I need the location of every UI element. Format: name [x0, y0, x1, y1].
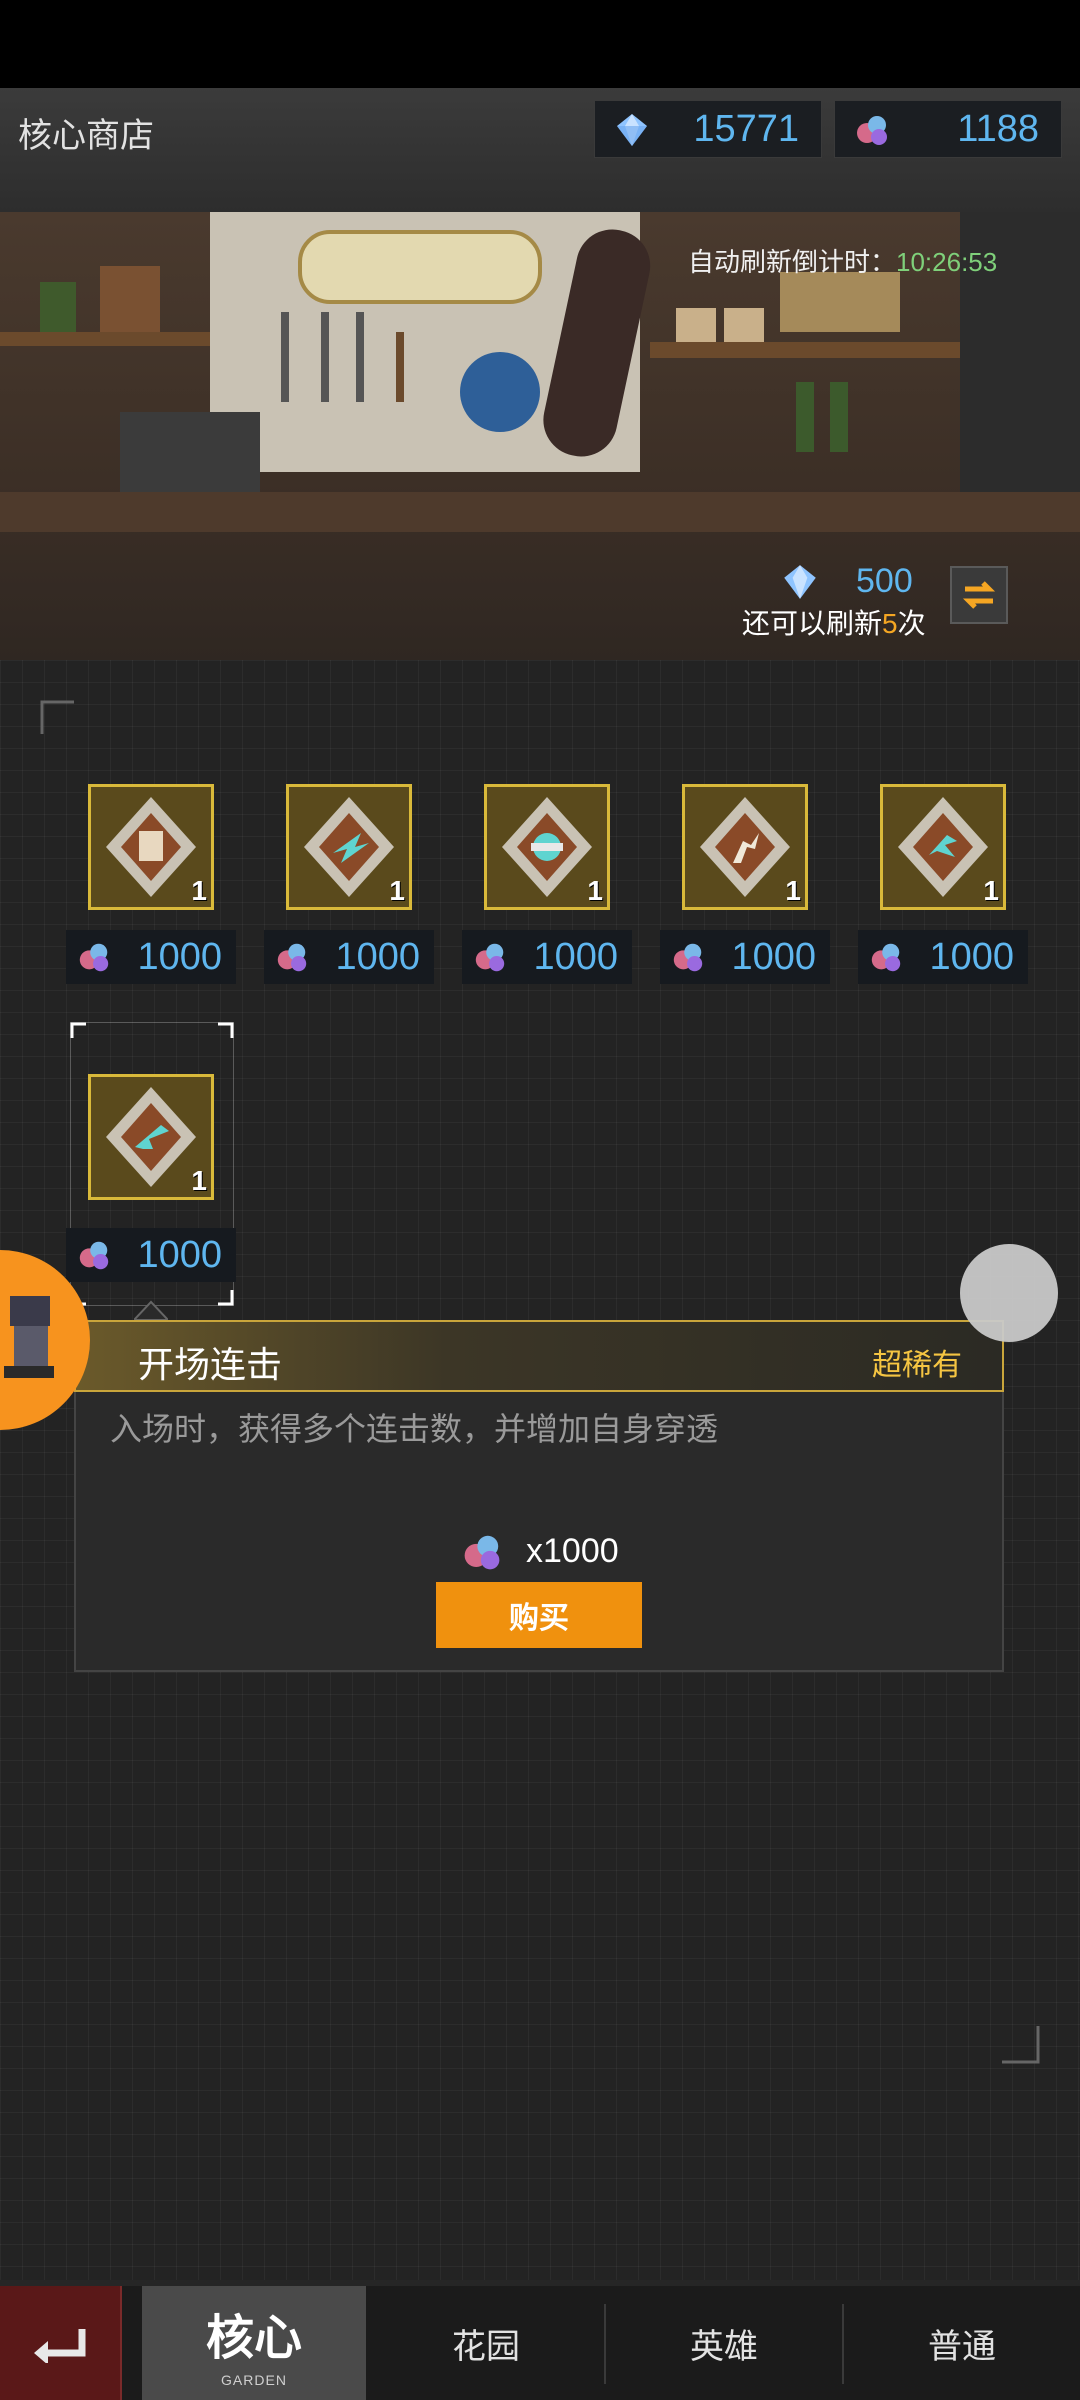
item-quantity: 1: [191, 875, 207, 906]
tab-normal[interactable]: 普通: [844, 2286, 1080, 2400]
item-frame: 1: [880, 784, 1006, 910]
item-frame: 1: [682, 784, 808, 910]
core-amount: 1188: [957, 107, 1039, 150]
buy-button[interactable]: 购买: [436, 1582, 642, 1648]
item-price: 1000: [858, 930, 1028, 984]
crystal-gem-icon: [784, 565, 816, 599]
tab-core-label: 核心: [205, 2312, 302, 2365]
refresh-cost-value: 500: [856, 562, 913, 600]
item-frame: 1: [88, 1074, 214, 1200]
tab-garden-label: 花园: [452, 2327, 520, 2366]
item-price-value: 1000: [533, 935, 618, 978]
corner-mark-icon: [1002, 2026, 1040, 2064]
refresh-timer-value: 10:26:53: [896, 247, 998, 277]
hero-core-icon: [475, 943, 505, 972]
item-name: 开场连击: [138, 1344, 283, 1385]
item-frame: 1: [286, 784, 412, 910]
corner-mark-icon: [40, 700, 74, 734]
item-rarity: 超稀有: [872, 1349, 962, 1382]
pointer-caret-icon: [134, 1300, 168, 1320]
item-frame: 1: [88, 784, 214, 910]
refresh-cost: 500: [780, 560, 920, 604]
refresh-button[interactable]: [950, 566, 1008, 624]
page-title: 核心商店: [18, 117, 154, 155]
item-price-value: 1000: [929, 935, 1014, 978]
item-price-value: 1000: [335, 935, 420, 978]
status-bar: [0, 0, 1080, 88]
tab-heroes[interactable]: 英雄: [606, 2286, 842, 2400]
item-price-value: 1000: [731, 935, 816, 978]
core-currency[interactable]: 1188: [834, 100, 1062, 158]
purchase-cost-value: x1000: [526, 1532, 619, 1570]
hero-avatar-icon: [4, 1296, 54, 1378]
refresh-icon: [962, 581, 996, 609]
item-price: 1000: [660, 930, 830, 984]
item-quantity: 1: [587, 875, 603, 906]
tab-core[interactable]: 核心 GARDEN: [142, 2286, 366, 2400]
crystal-gem-icon: [617, 114, 647, 146]
tab-heroes-label: 英雄: [690, 2327, 758, 2366]
back-arrow-icon: [34, 2329, 86, 2363]
hero-core-icon: [871, 943, 901, 972]
refresh-timer: 自动刷新倒计时：10:26:53: [688, 242, 997, 279]
item-description: 入场时，获得多个连击数，并增加自身穿透: [110, 1411, 719, 1447]
crystal-currency[interactable]: 15771: [594, 100, 822, 158]
tab-normal-label: 普通: [928, 2327, 996, 2366]
hero-core-icon: [464, 1535, 500, 1570]
refresh-remaining-prefix: 还可以刷新: [742, 608, 883, 639]
item-frame: 1: [484, 784, 610, 910]
hero-core-icon: [277, 943, 307, 972]
item-price-value: 1000: [137, 935, 222, 978]
hero-core-icon: [79, 943, 109, 972]
item-price: 1000: [264, 930, 434, 984]
hero-core-icon: [79, 1241, 109, 1270]
tab-garden[interactable]: 花园: [368, 2286, 604, 2400]
crystal-amount: 15771: [693, 107, 799, 150]
item-quantity: 1: [389, 875, 405, 906]
item-price-value: 1000: [137, 1233, 222, 1276]
item-price: 1000: [66, 1228, 236, 1282]
hero-core-icon: [857, 116, 887, 145]
refresh-timer-label: 自动刷新倒计时：: [688, 247, 897, 277]
item-price: 1000: [66, 930, 236, 984]
item-quantity: 1: [191, 1165, 207, 1196]
tab-core-sublabel: GARDEN: [221, 2372, 287, 2388]
refresh-remaining: 还可以刷新5次: [742, 602, 926, 642]
floating-assist-button[interactable]: [960, 1244, 1058, 1342]
refresh-remaining-count: 5: [882, 608, 898, 639]
item-price: 1000: [462, 930, 632, 984]
item-quantity: 1: [983, 875, 999, 906]
refresh-remaining-suffix: 次: [897, 608, 926, 639]
hero-core-icon: [673, 943, 703, 972]
item-quantity: 1: [785, 875, 801, 906]
back-button[interactable]: [0, 2286, 122, 2400]
